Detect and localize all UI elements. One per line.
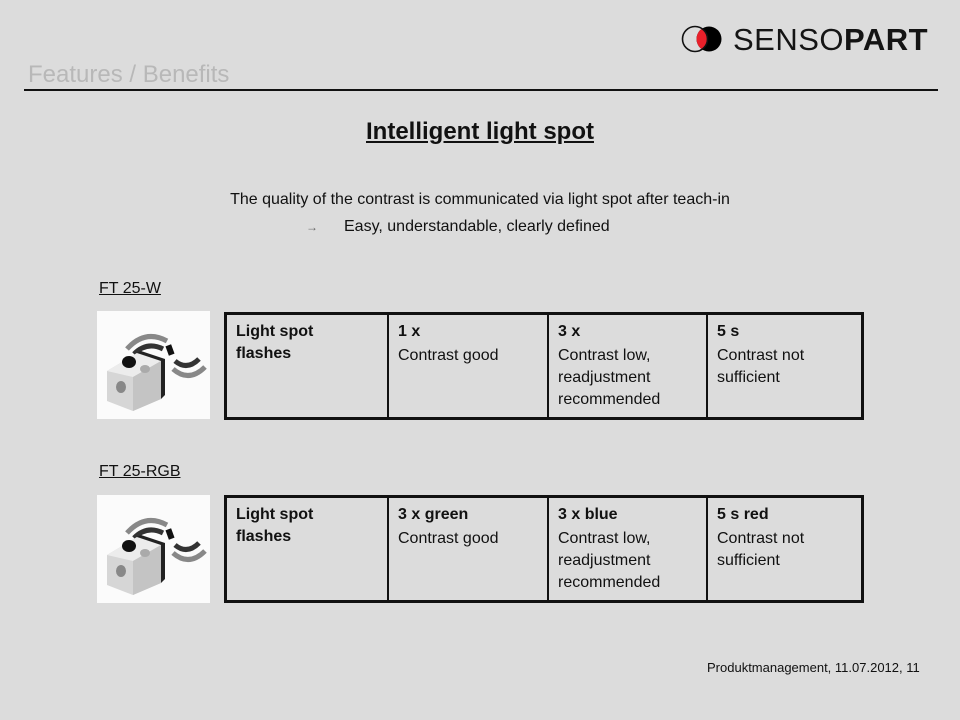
- sensor-image: [97, 311, 210, 419]
- signal-head: 3 x: [558, 323, 581, 340]
- product-label-ft25rgb: FT 25-RGB: [99, 463, 181, 480]
- light-spot-table-ft25rgb: Light spot flashes 3 x green Contrast go…: [224, 495, 864, 603]
- signal-head: 3 x blue: [558, 506, 618, 523]
- row-label: Light spot flashes: [236, 506, 314, 545]
- header-divider: [24, 89, 938, 91]
- slide-subtitle: The quality of the contrast is communica…: [230, 191, 730, 208]
- bullet-item: → Easy, understandable, clearly defined: [306, 219, 610, 235]
- sensopart-logo: SENSOPART: [681, 22, 928, 56]
- logo-wordmark-light: SENSO: [733, 21, 845, 57]
- light-spot-table-ft25w: Light spot flashes 1 x Contrast good 3 x…: [224, 312, 864, 420]
- product-label-ft25w: FT 25-W: [99, 280, 161, 297]
- section-title: Features / Benefits: [28, 61, 230, 88]
- logo-wordmark-bold: PART: [844, 21, 929, 57]
- row-label-cell: Light spot flashes: [227, 498, 387, 600]
- signal-cell: 3 x Contrast low, readjustment recommend…: [547, 315, 706, 417]
- signal-head: 5 s red: [717, 506, 769, 523]
- sensor-icon: [107, 518, 207, 595]
- signal-body: Contrast good: [398, 347, 499, 364]
- signal-head: 5 s: [717, 323, 740, 340]
- signal-cell: 1 x Contrast good: [387, 315, 547, 417]
- signal-body: Contrast good: [398, 530, 499, 547]
- signal-cell: 3 x green Contrast good: [387, 498, 547, 600]
- signal-cell: 3 x blue Contrast low, readjustment reco…: [547, 498, 706, 600]
- sensor-icon: [107, 334, 207, 411]
- logo-circles-icon: [681, 25, 722, 53]
- signal-body: Contrast not sufficient: [717, 347, 805, 386]
- signal-head: 3 x green: [398, 506, 469, 523]
- logo-wordmark: SENSOPART: [733, 24, 928, 55]
- footer-text: Produktmanagement, 11.07.2012, 11: [707, 660, 920, 675]
- slide-title: Intelligent light spot: [366, 118, 594, 145]
- signal-cell: 5 s Contrast not sufficient: [706, 315, 861, 417]
- signal-body: Contrast low, readjustment recommended: [558, 347, 661, 408]
- bullet-text: Easy, understandable, clearly defined: [344, 218, 610, 235]
- row-label: Light spot flashes: [236, 323, 314, 362]
- row-label-cell: Light spot flashes: [227, 315, 387, 417]
- sensor-image: [97, 495, 210, 603]
- signal-body: Contrast not sufficient: [717, 530, 805, 569]
- signal-cell: 5 s red Contrast not sufficient: [706, 498, 861, 600]
- arrow-right-icon: →: [306, 220, 318, 234]
- signal-body: Contrast low, readjustment recommended: [558, 530, 661, 591]
- signal-head: 1 x: [398, 323, 421, 340]
